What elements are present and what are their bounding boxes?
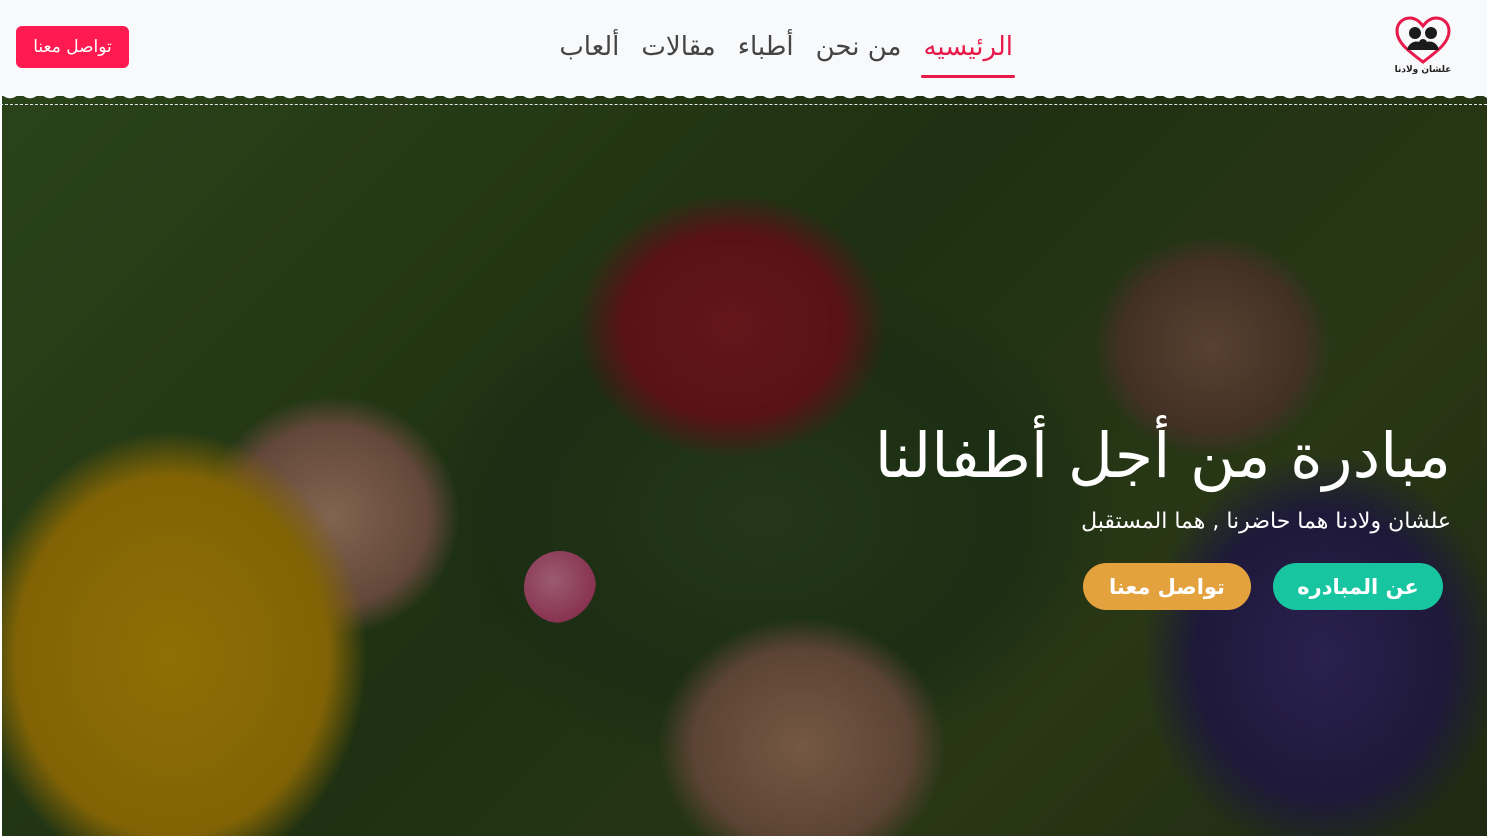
header-divider — [0, 104, 1487, 105]
nav-item-home[interactable]: الرئيسيه — [921, 24, 1015, 78]
nav-item-about-us[interactable]: من نحن — [814, 24, 904, 70]
hero-section: مبادرة من أجل أطفالنا علشان ولادنا هما ح… — [2, 96, 1487, 836]
logo-text: علشان ولادنا — [1394, 65, 1452, 75]
about-initiative-button[interactable]: عن المبادره — [1273, 563, 1443, 610]
main-nav: الرئيسيه من نحن أطباء مقالات ألعاب — [505, 24, 1015, 84]
contact-us-button[interactable]: تواصل معنا — [16, 26, 129, 68]
nav-item-games[interactable]: ألعاب — [557, 24, 621, 70]
heart-family-icon — [1395, 16, 1451, 64]
site-header: علشان ولادنا الرئيسيه من نحن أطباء مقالا… — [0, 0, 1487, 96]
nav-item-doctors[interactable]: أطباء — [736, 24, 796, 70]
site-logo[interactable]: علشان ولادنا — [1393, 16, 1453, 80]
hero-subtitle: علشان ولادنا هما حاضرنا , هما المستقبل — [1081, 509, 1451, 534]
nav-item-articles[interactable]: مقالات — [639, 24, 717, 70]
hero-contact-button[interactable]: تواصل معنا — [1083, 563, 1251, 610]
hero-title: مبادرة من أجل أطفالنا — [874, 419, 1451, 492]
